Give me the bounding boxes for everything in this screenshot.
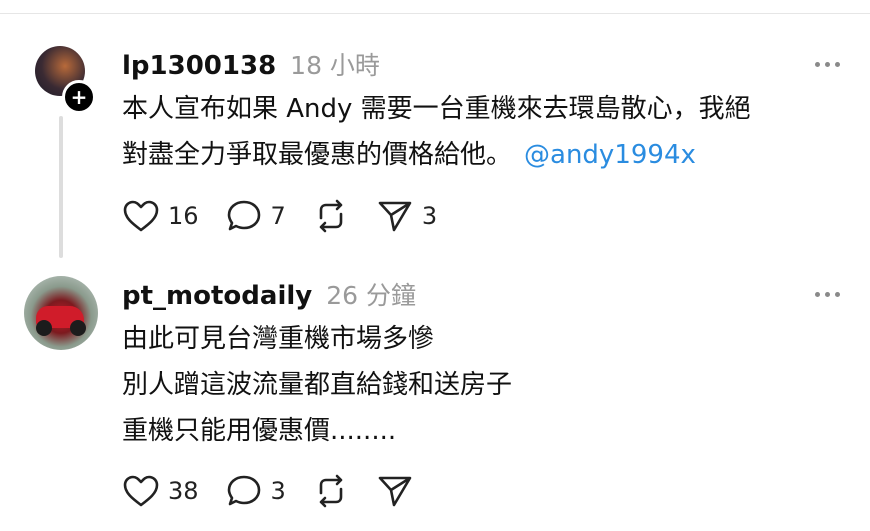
post: + lp1300138 18 小時 本人宣布如果 Andy 需要一台重機來去環島… (0, 38, 870, 258)
post-text-line: 重機只能用優惠價........ (122, 416, 397, 446)
wheel-graphic (36, 320, 52, 336)
send-icon (378, 201, 412, 232)
repost-button[interactable] (312, 198, 350, 234)
reply-count: 7 (270, 202, 286, 230)
share-button[interactable] (376, 473, 414, 509)
post-header: lp1300138 18 小時 (122, 46, 847, 81)
timestamp: 18 小時 (290, 51, 380, 80)
post-text-line: 本人宣布如果 Andy 需要一台重機來去環島散心，我絕 (122, 94, 751, 124)
post-text: 本人宣布如果 Andy 需要一台重機來去環島散心，我絕 對盡全力爭取最優惠的價格… (122, 86, 847, 178)
like-button[interactable]: 38 (122, 474, 199, 508)
post-text: 由此可見台灣重機市場多慘 別人蹭這波流量都直給錢和送房子 重機只能用優惠價...… (122, 316, 847, 454)
post: pt_motodaily 26 分鐘 由此可見台灣重機市場多慘 別人蹭這波流量都… (0, 268, 870, 531)
share-count: 3 (421, 202, 438, 230)
comment-icon (227, 475, 260, 506)
like-count: 16 (168, 202, 199, 230)
post-text-segment: 對盡全力爭取最優惠的價格給他。 (122, 140, 513, 170)
repost-icon (319, 199, 343, 233)
username[interactable]: pt_motodaily (122, 281, 312, 311)
timestamp: 26 分鐘 (326, 281, 416, 310)
heart-icon (123, 475, 159, 507)
reply-button[interactable]: 3 (225, 473, 286, 509)
like-count: 38 (168, 477, 199, 505)
post-content: pt_motodaily 26 分鐘 由此可見台灣重機市場多慘 別人蹭這波流量都… (122, 276, 847, 454)
post-text-line: 別人蹭這波流量都直給錢和送房子 (122, 370, 513, 400)
reply-button[interactable]: 7 (225, 198, 286, 234)
heart-icon (123, 200, 159, 232)
share-button[interactable]: 3 (376, 198, 437, 234)
avatar[interactable] (24, 276, 98, 350)
post-text-line: 由此可見台灣重機市場多慘 (122, 324, 435, 354)
top-divider (0, 13, 870, 14)
mention-link[interactable]: @andy1994x (524, 140, 696, 170)
wheel-graphic (70, 320, 86, 336)
more-icon[interactable] (807, 54, 847, 74)
username[interactable]: lp1300138 (122, 51, 276, 81)
action-bar: 38 3 (122, 473, 440, 509)
reply-count: 3 (270, 477, 286, 505)
like-button[interactable]: 16 (122, 199, 199, 233)
send-icon (378, 476, 412, 507)
more-icon[interactable] (807, 284, 847, 304)
post-text-line: 對盡全力爭取最優惠的價格給他。 @andy1994x (122, 132, 847, 178)
comment-icon (227, 200, 260, 231)
post-header: pt_motodaily 26 分鐘 (122, 276, 847, 311)
action-bar: 16 7 3 (122, 198, 463, 234)
repost-icon (319, 474, 343, 508)
plus-icon[interactable]: + (62, 80, 96, 114)
thread-line (59, 116, 63, 258)
repost-button[interactable] (312, 473, 350, 509)
post-content: lp1300138 18 小時 本人宣布如果 Andy 需要一台重機來去環島散心… (122, 46, 847, 178)
